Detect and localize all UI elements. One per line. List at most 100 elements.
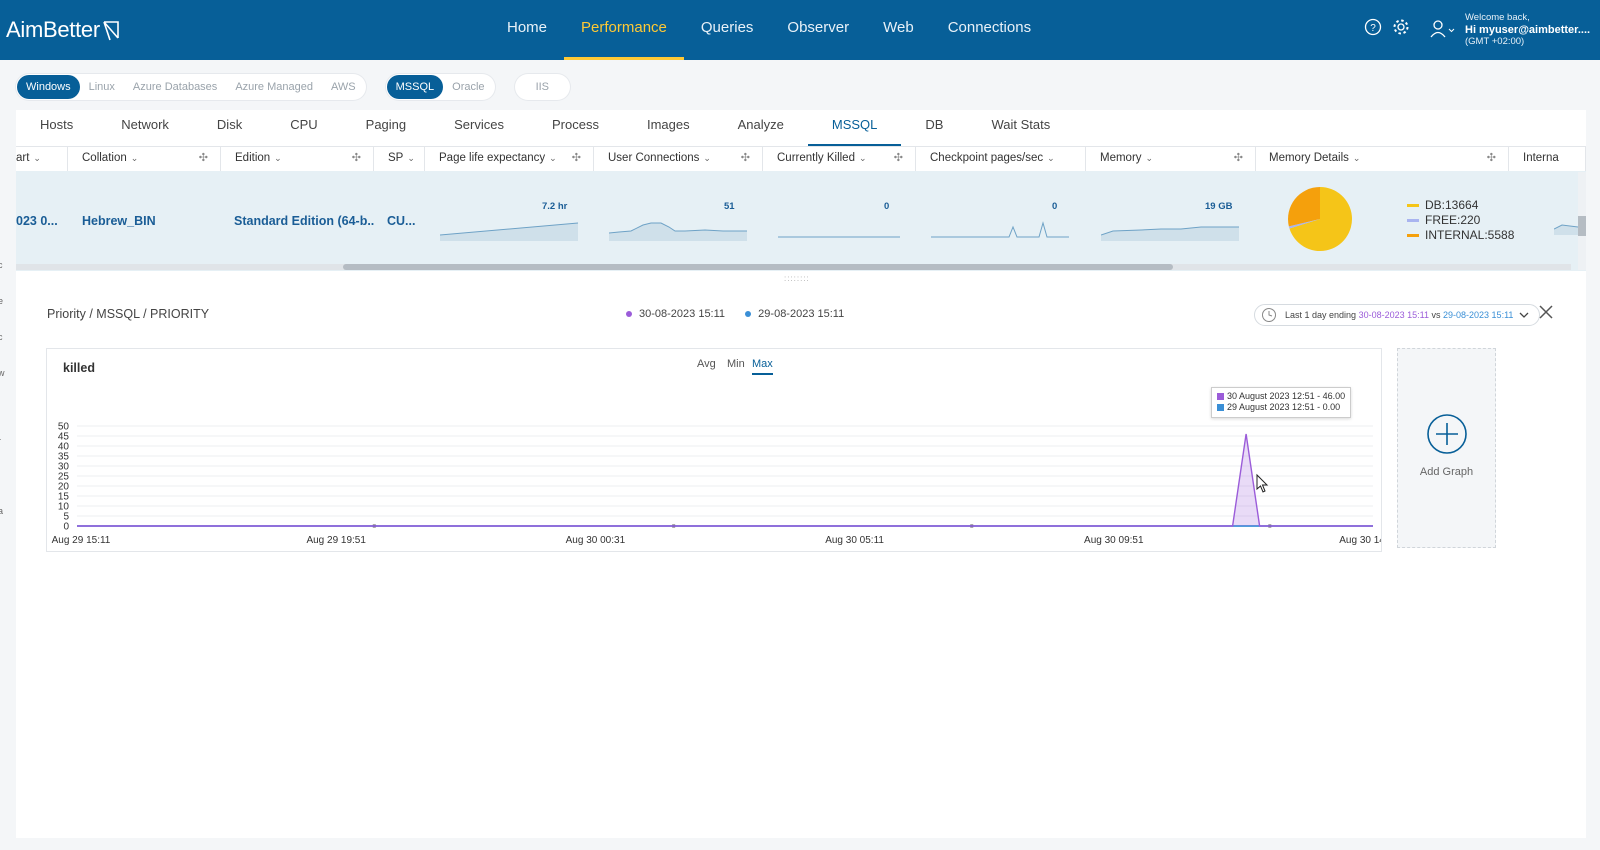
- chevron-down-icon[interactable]: ⌄: [703, 147, 711, 170]
- add-graph-button[interactable]: Add Graph: [1397, 348, 1496, 548]
- tab-images[interactable]: Images: [623, 110, 714, 146]
- column-collation[interactable]: Collation ⌄ ✣: [68, 147, 221, 171]
- pin-icon[interactable]: ✣: [1487, 147, 1496, 170]
- chevron-down-icon[interactable]: ⌄: [1047, 147, 1055, 170]
- x-tick-label: Aug 30 14:31: [1339, 535, 1381, 546]
- pin-icon[interactable]: ✣: [1234, 147, 1243, 170]
- user-timezone: (GMT +02:00): [1465, 36, 1525, 47]
- tooltip-line-a: 30 August 2023 12:51 - 46.00: [1227, 391, 1346, 401]
- tab-analyze[interactable]: Analyze: [714, 110, 808, 146]
- os-filter-group: Windows Linux Azure Databases Azure Managed…: [16, 74, 366, 100]
- memory-legend-item: INTERNAL:5588: [1407, 228, 1514, 242]
- tab-services[interactable]: Services: [430, 110, 528, 146]
- tab-db[interactable]: DB: [901, 110, 967, 146]
- y-tick-label: 10: [58, 502, 70, 513]
- scrollbar-thumb[interactable]: [343, 264, 1173, 270]
- other-filter-group: IIS: [514, 74, 571, 100]
- cell-edition: Standard Edition (64-b...: [234, 214, 374, 228]
- column-page-life-expectancy[interactable]: Page life expectancy ⌄ ✣: [425, 147, 594, 171]
- range-a: 30-08-2023 15:11: [1358, 310, 1429, 320]
- legend-label: DB:13664: [1425, 198, 1479, 212]
- tab-process[interactable]: Process: [528, 110, 623, 146]
- pin-icon[interactable]: ✣: [741, 147, 750, 170]
- filter-azure-databases[interactable]: Azure Databases: [124, 75, 226, 99]
- pin-icon[interactable]: ✣: [199, 147, 208, 170]
- grid-vertical-scrollbar[interactable]: [1578, 172, 1586, 270]
- table-row[interactable]: 023 0... Hebrew_BIN Standard Edition (64…: [16, 171, 1586, 271]
- chevron-down-icon[interactable]: ⌄: [407, 147, 415, 170]
- chevron-down-icon[interactable]: ⌄: [274, 147, 282, 170]
- column-memory-details[interactable]: Memory Details ⌄ ✣: [1255, 147, 1509, 171]
- column-label: art: [16, 152, 30, 164]
- compare-b-label: 29-08-2023 15:11: [758, 308, 845, 320]
- y-tick-label: 20: [58, 482, 70, 493]
- filter-oracle[interactable]: Oracle: [443, 75, 493, 99]
- killed-chart[interactable]: 05101520253035404550 Aug 29 15:11 Aug 29 1…: [47, 349, 1381, 551]
- nav-home[interactable]: Home: [490, 0, 564, 60]
- side-edge-letter: r: [0, 436, 1, 446]
- time-range-selector[interactable]: Last 1 day ending 30-08-2023 15:11 vs 29…: [1254, 304, 1541, 326]
- tab-mssql[interactable]: MSSQL: [807, 110, 902, 146]
- nav-performance[interactable]: Performance: [564, 0, 684, 60]
- settings-gear-icon[interactable]: [1392, 18, 1410, 36]
- filter-aws[interactable]: AWS: [322, 75, 365, 99]
- chevron-down-icon[interactable]: ⌄: [859, 147, 867, 170]
- welcome-text: Welcome back,: [1465, 12, 1530, 23]
- compare-legend: 30-08-2023 15:11 29-08-2023 15:11: [626, 308, 844, 320]
- column-memory[interactable]: Memory ⌄ ✣: [1086, 147, 1256, 171]
- nav-web[interactable]: Web: [866, 0, 931, 60]
- nav-queries[interactable]: Queries: [684, 0, 771, 60]
- user-name: Hi myuser@aimbetter....: [1465, 24, 1591, 36]
- filter-mssql[interactable]: MSSQL: [386, 75, 444, 99]
- chevron-down-icon[interactable]: ⌄: [131, 147, 139, 170]
- tab-wait-stats[interactable]: Wait Stats: [967, 110, 1074, 146]
- series-area: [77, 434, 1373, 526]
- tab-bar: Hosts Network Disk CPU Paging Services Process…: [16, 110, 1074, 146]
- tab-hosts[interactable]: Hosts: [16, 110, 97, 146]
- tooltip-b-swatch: [1217, 404, 1224, 411]
- chevron-down-icon: [1519, 312, 1529, 318]
- filter-azure-managed[interactable]: Azure Managed: [226, 75, 322, 99]
- column-checkpoint-pages-sec[interactable]: Checkpoint pages/sec ⌄: [916, 147, 1086, 171]
- nav-connections[interactable]: Connections: [931, 0, 1048, 60]
- filter-windows[interactable]: Windows: [17, 75, 80, 99]
- column-user-connections[interactable]: User Connections ⌄ ✣: [594, 147, 763, 171]
- chevron-down-icon[interactable]: ⌄: [1146, 147, 1154, 170]
- tab-paging[interactable]: Paging: [342, 110, 430, 146]
- column-label: SP: [388, 152, 404, 164]
- close-icon[interactable]: [1538, 304, 1554, 320]
- x-tick-label: Aug 30 00:31: [566, 535, 626, 546]
- logo[interactable]: AimBetter: [6, 17, 120, 43]
- column-sp[interactable]: SP ⌄: [374, 147, 425, 171]
- pin-icon[interactable]: ✣: [352, 147, 361, 170]
- grid-horizontal-scrollbar[interactable]: [16, 264, 1571, 270]
- filter-linux[interactable]: Linux: [80, 75, 124, 99]
- column-currently-killed[interactable]: Currently Killed ⌄ ✣: [763, 147, 916, 171]
- column-interna[interactable]: Interna: [1509, 147, 1586, 171]
- filter-iis[interactable]: IIS: [527, 75, 558, 99]
- chevron-down-icon[interactable]: ⌄: [1353, 147, 1361, 170]
- logo-mark-icon: [103, 21, 119, 41]
- chevron-down-icon[interactable]: ⌄: [33, 147, 41, 170]
- grid-header: art ⌄ Collation ⌄ ✣ Edition ⌄ ✣ SP ⌄ Page life exp…: [16, 146, 1586, 172]
- tab-cpu[interactable]: CPU: [266, 110, 341, 146]
- tab-network[interactable]: Network: [97, 110, 193, 146]
- pin-icon[interactable]: ✣: [572, 147, 581, 170]
- currently-killed-sparkline: [778, 236, 900, 238]
- nav-observer[interactable]: Observer: [770, 0, 866, 60]
- pin-icon[interactable]: ✣: [894, 147, 903, 170]
- side-edge-letter: e: [0, 296, 4, 306]
- column-edition[interactable]: Edition ⌄ ✣: [221, 147, 374, 171]
- user-welcome[interactable]: Welcome back, Hi myuser@aimbetter.... (G…: [1465, 12, 1590, 48]
- user-avatar-icon[interactable]: [1430, 19, 1456, 39]
- chevron-down-icon[interactable]: ⌄: [549, 147, 557, 170]
- column-art[interactable]: art ⌄: [16, 147, 68, 171]
- side-edge-letter: w: [0, 368, 5, 378]
- logo-text: AimBetter: [6, 17, 100, 42]
- resize-handle[interactable]: ::::::::: [784, 274, 810, 283]
- column-label: Checkpoint pages/sec: [930, 152, 1044, 164]
- series-line: [77, 433, 1373, 527]
- legend-swatch: [1407, 234, 1419, 238]
- help-icon[interactable]: ?: [1364, 18, 1382, 36]
- tab-disk[interactable]: Disk: [193, 110, 266, 146]
